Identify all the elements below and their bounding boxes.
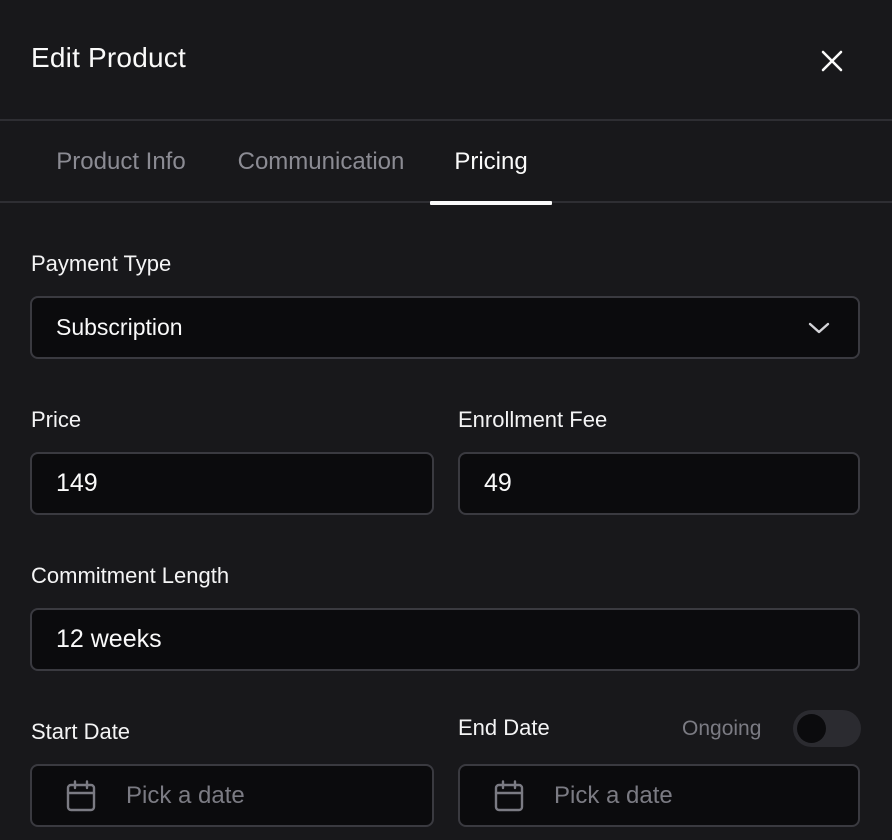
dialog-header: Edit Product xyxy=(0,0,892,121)
calendar-icon xyxy=(66,779,96,812)
close-button[interactable] xyxy=(816,45,848,77)
start-date-label: Start Date xyxy=(31,719,131,744)
tab-product-info[interactable]: Product Info xyxy=(30,121,212,203)
enrollment-fee-input[interactable]: 49 xyxy=(458,452,860,515)
tab-pricing[interactable]: Pricing xyxy=(430,121,552,205)
payment-type-label: Payment Type xyxy=(31,251,172,276)
start-date-placeholder: Pick a date xyxy=(126,781,245,809)
chevron-down-icon xyxy=(808,321,830,335)
tab-communication[interactable]: Communication xyxy=(222,121,420,203)
end-date-placeholder: Pick a date xyxy=(554,781,673,809)
close-icon xyxy=(821,50,843,72)
edit-product-dialog: Edit Product Product Info Communication … xyxy=(0,0,892,840)
end-date-picker[interactable]: Pick a date xyxy=(458,764,860,827)
enrollment-fee-value: 49 xyxy=(484,469,512,497)
toggle-knob xyxy=(797,714,826,743)
calendar-icon xyxy=(494,779,524,812)
tab-bar: Product Info Communication Pricing xyxy=(0,121,892,205)
price-input[interactable]: 149 xyxy=(30,452,434,515)
enrollment-fee-label: Enrollment Fee xyxy=(458,407,608,432)
start-date-picker[interactable]: Pick a date xyxy=(30,764,434,827)
payment-type-select[interactable]: Subscription xyxy=(30,296,860,359)
commitment-length-input[interactable]: 12 weeks xyxy=(30,608,860,671)
price-label: Price xyxy=(31,407,82,432)
ongoing-label: Ongoing xyxy=(682,717,762,740)
price-value: 149 xyxy=(56,469,98,497)
end-date-label: End Date xyxy=(458,715,550,740)
payment-type-value: Subscription xyxy=(56,314,183,340)
commitment-length-label: Commitment Length xyxy=(31,563,230,588)
dialog-title: Edit Product xyxy=(31,42,186,73)
commitment-length-value: 12 weeks xyxy=(56,625,162,653)
ongoing-toggle[interactable] xyxy=(793,710,861,747)
